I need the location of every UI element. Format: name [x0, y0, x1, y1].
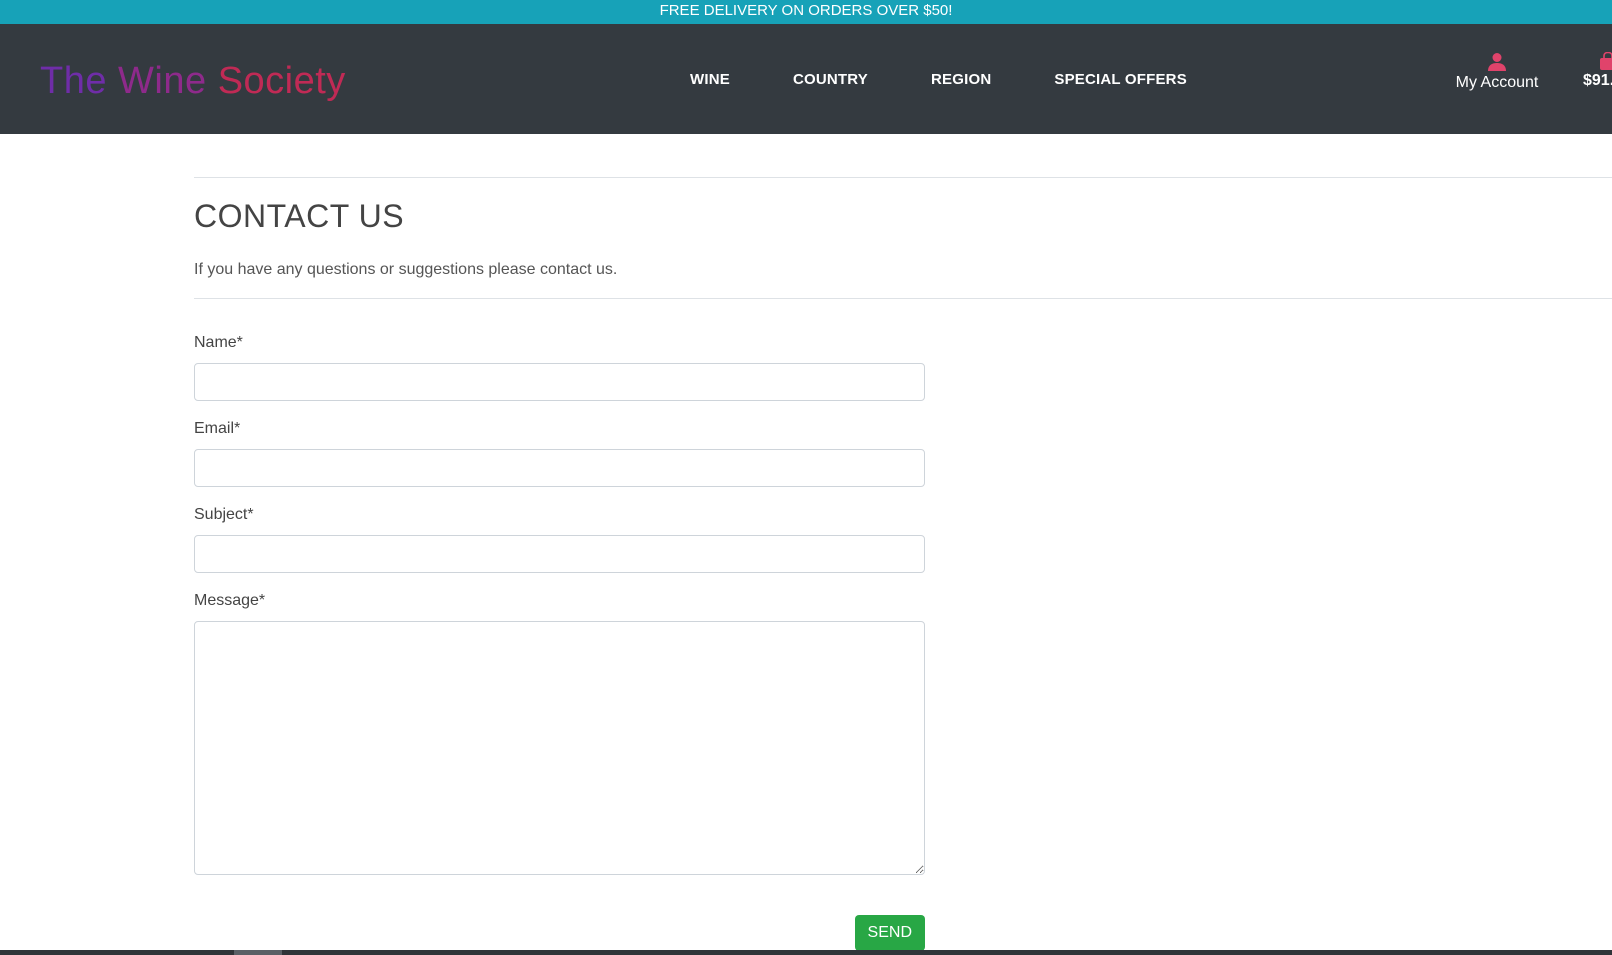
promo-text: FREE DELIVERY ON ORDERS OVER $50! [659, 2, 953, 19]
logo-word-3: Society [217, 60, 346, 102]
shopping-bag-link[interactable]: $91. [1583, 52, 1612, 90]
contact-form: Name* Email* Subject* Message* SEND [194, 333, 925, 955]
site-logo[interactable]: The Wine Society [40, 59, 346, 103]
user-icon [1488, 53, 1506, 71]
my-account-link[interactable]: My Account [1452, 52, 1542, 92]
send-button[interactable]: SEND [854, 915, 925, 951]
main-content: CONTACT US If you have any questions or … [194, 134, 1612, 955]
nav-item-country[interactable]: COUNTRY [793, 71, 868, 88]
page-title: CONTACT US [194, 198, 405, 234]
divider-mid [194, 298, 1612, 299]
nav-item-special-offers[interactable]: SPECIAL OFFERS [1054, 71, 1187, 88]
scrollbar-thumb[interactable] [234, 950, 282, 955]
subject-input[interactable] [194, 535, 925, 573]
subject-label: Subject* [194, 506, 254, 523]
site-header: The Wine Society WINE COUNTRY REGION SPE… [0, 24, 1612, 134]
my-account-label: My Account [1455, 74, 1539, 91]
nav-item-wine[interactable]: WINE [690, 71, 730, 88]
shopping-bag-icon [1600, 52, 1612, 70]
divider-top [194, 177, 1612, 178]
email-label: Email* [194, 420, 241, 437]
name-input[interactable] [194, 363, 925, 401]
logo-word-2: Wine [118, 60, 207, 102]
name-label: Name* [194, 334, 243, 351]
message-label: Message* [194, 592, 266, 609]
promo-banner: FREE DELIVERY ON ORDERS OVER $50! [0, 0, 1612, 24]
form-actions: SEND [194, 915, 925, 955]
bag-total: $91. [1583, 72, 1612, 89]
nav-item-region[interactable]: REGION [931, 71, 991, 88]
main-nav: WINE COUNTRY REGION SPECIAL OFFERS [690, 71, 1187, 88]
horizontal-scrollbar[interactable] [0, 950, 1612, 955]
logo-word-1: The [40, 60, 107, 102]
message-textarea[interactable] [194, 621, 925, 875]
page-intro: If you have any questions or suggestions… [194, 261, 618, 278]
email-input[interactable] [194, 449, 925, 487]
